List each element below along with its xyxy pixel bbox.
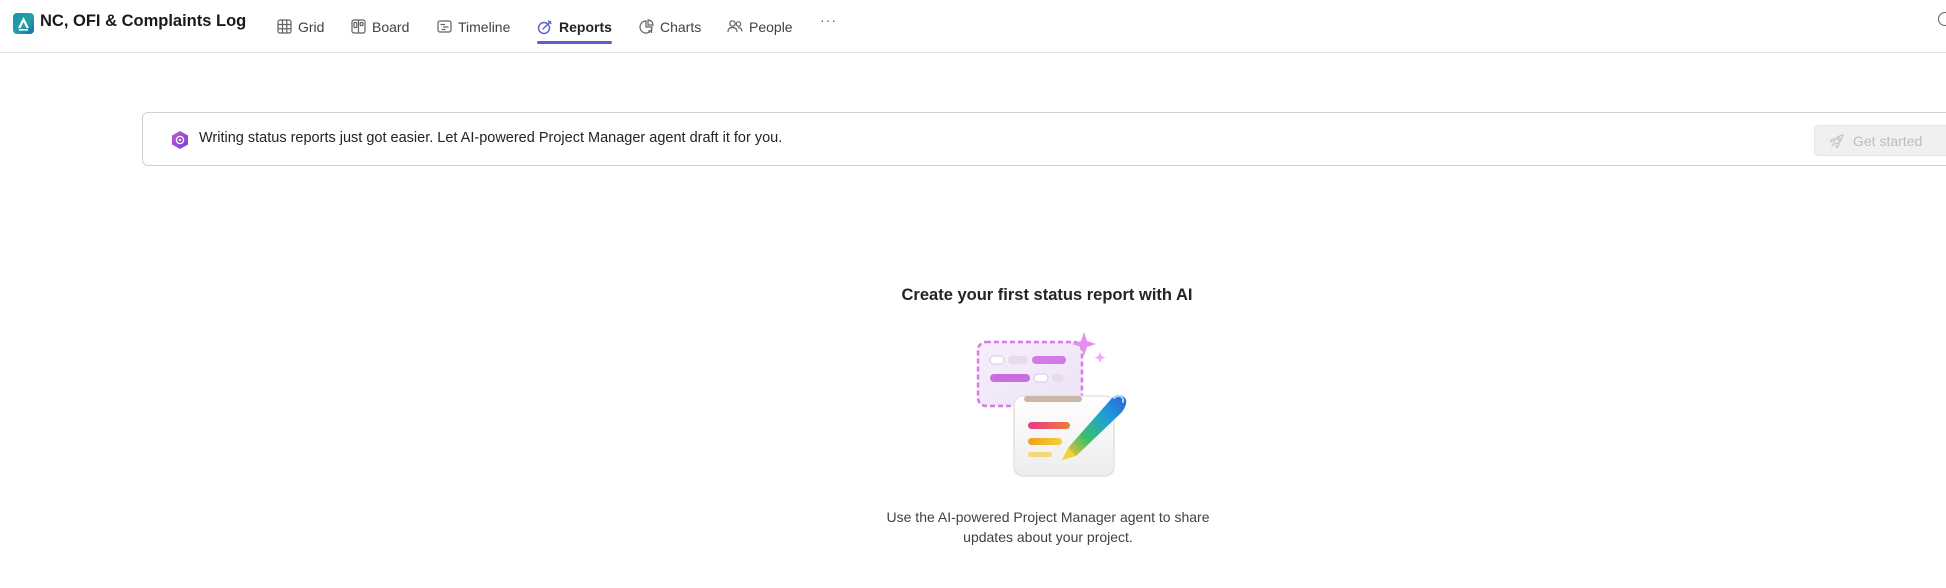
tab-charts[interactable]: Charts <box>638 0 701 53</box>
empty-state-title: Create your first status report with AI <box>901 286 1193 304</box>
grid-icon <box>276 19 292 35</box>
tab-people[interactable]: People <box>727 0 793 53</box>
tab-charts-label: Charts <box>660 18 702 35</box>
tab-board-label: Board <box>372 18 410 35</box>
reports-icon <box>537 19 553 35</box>
board-icon <box>350 19 366 35</box>
banner-message: Writing status reports just got easier. … <box>199 130 783 146</box>
plan-title: NC, OFI & Complaints Log <box>40 12 247 30</box>
timeline-icon <box>436 19 452 35</box>
get-started-label: Get started <box>1853 132 1923 149</box>
planner-app-icon <box>13 13 34 34</box>
top-bar: NC, OFI & Complaints Log Grid Board Time… <box>0 0 1946 53</box>
rocket-icon <box>1829 133 1845 149</box>
ai-agent-banner: Writing status reports just got easier. … <box>142 112 1946 166</box>
tab-grid[interactable]: Grid <box>276 0 324 53</box>
tab-timeline-label: Timeline <box>458 18 511 35</box>
tab-reports[interactable]: Reports <box>537 0 612 53</box>
tab-timeline[interactable]: Timeline <box>436 0 510 53</box>
get-started-button[interactable]: Get started <box>1814 125 1946 156</box>
status-report-pen-illustration <box>972 332 1132 480</box>
charts-icon <box>638 19 654 35</box>
more-tabs-button[interactable]: ··· <box>820 12 837 28</box>
copilot-agent-icon <box>170 130 190 150</box>
tab-grid-label: Grid <box>298 18 325 35</box>
active-tab-indicator <box>537 41 612 44</box>
tab-people-label: People <box>749 18 793 35</box>
people-icon <box>727 19 743 35</box>
partial-edge-icon[interactable] <box>1938 12 1946 26</box>
tab-reports-label: Reports <box>559 18 612 35</box>
tab-board[interactable]: Board <box>350 0 409 53</box>
empty-state-description: Use the AI-powered Project Manager agent… <box>886 509 1210 545</box>
